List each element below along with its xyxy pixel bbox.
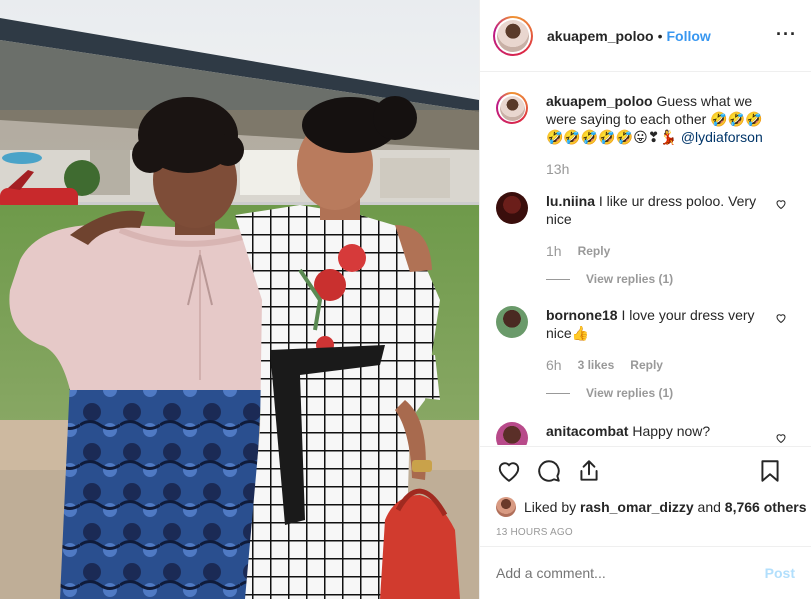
caption-time[interactable]: 13h xyxy=(546,160,569,178)
view-replies-line xyxy=(546,278,570,280)
comment-time[interactable]: 1h xyxy=(546,242,562,260)
caption-body: akuapem_poloo Guess what we were saying … xyxy=(546,92,771,178)
comment-item: anitacombat Happy now? xyxy=(496,422,795,445)
commenter-username[interactable]: bornone18 xyxy=(546,307,618,323)
add-comment-input[interactable] xyxy=(496,565,765,581)
comment-like-heart-icon[interactable] xyxy=(775,432,787,444)
post-photo[interactable] xyxy=(0,0,479,599)
instagram-post-modal: akuapem_poloo • Follow ··· akuapem_poloo… xyxy=(0,0,811,599)
view-replies-line xyxy=(546,392,570,394)
heart-icon[interactable] xyxy=(496,458,522,484)
comment-icon[interactable] xyxy=(536,458,562,484)
likes-prefix: Liked by xyxy=(524,499,577,515)
action-icons-row xyxy=(480,447,811,495)
caption-mention[interactable]: @lydiaforson xyxy=(681,129,763,145)
post-actions: Liked by rash_omar_dizzy and 8,766 other… xyxy=(480,446,811,599)
author-username[interactable]: akuapem_poloo xyxy=(547,28,654,44)
add-comment-bar: Post xyxy=(480,546,811,599)
comment-time[interactable]: 6h xyxy=(546,356,562,374)
reply-button[interactable]: Reply xyxy=(630,356,663,374)
view-replies-button[interactable]: View replies (1) xyxy=(546,272,795,286)
caption-username[interactable]: akuapem_poloo xyxy=(546,93,653,109)
view-replies-label: View replies (1) xyxy=(586,272,674,286)
view-replies-label: View replies (1) xyxy=(586,386,674,400)
comment-item: lu.niina I like ur dress poloo. Very nic… xyxy=(496,192,795,260)
commenter-avatar[interactable] xyxy=(496,422,528,445)
more-options-icon[interactable]: ··· xyxy=(776,24,797,45)
comment-like-heart-icon[interactable] xyxy=(775,198,787,210)
post-header: akuapem_poloo • Follow ··· xyxy=(480,0,811,72)
post-sidebar: akuapem_poloo • Follow ··· akuapem_poloo… xyxy=(479,0,811,599)
comment-text: Happy now? xyxy=(632,423,711,439)
caption-comment: akuapem_poloo Guess what we were saying … xyxy=(496,92,795,178)
author-avatar[interactable] xyxy=(493,15,533,56)
caption-meta: 13h xyxy=(546,160,771,178)
likes-count[interactable]: 8,766 others xyxy=(725,499,807,515)
comment-meta: 6h 3 likes Reply xyxy=(546,356,771,374)
liker-username[interactable]: rash_omar_dizzy xyxy=(580,499,694,515)
view-replies-button[interactable]: View replies (1) xyxy=(546,386,795,400)
follow-button[interactable]: Follow xyxy=(667,28,711,44)
comment-body: anitacombat Happy now? xyxy=(546,422,771,445)
likes-middle: and xyxy=(693,499,725,515)
commenter-username[interactable]: lu.niina xyxy=(546,193,595,209)
bookmark-icon[interactable] xyxy=(757,458,783,484)
separator-dot: • xyxy=(657,27,663,44)
commenter-avatar[interactable] xyxy=(496,192,528,224)
comment-body: bornone18 I love your dress very nice👍 6… xyxy=(546,306,771,374)
likes-summary: Liked by rash_omar_dizzy and 8,766 other… xyxy=(480,495,811,519)
liker-avatar[interactable] xyxy=(496,497,516,517)
comment-likes-count[interactable]: 3 likes xyxy=(578,356,615,374)
commenter-avatar[interactable] xyxy=(496,306,528,338)
commenter-username[interactable]: anitacombat xyxy=(546,423,628,439)
comment-like-heart-icon[interactable] xyxy=(775,312,787,324)
posted-time[interactable]: 13 HOURS AGO xyxy=(480,527,811,538)
post-comment-button[interactable]: Post xyxy=(765,565,795,581)
caption-avatar[interactable] xyxy=(496,92,528,124)
comments-list[interactable]: akuapem_poloo Guess what we were saying … xyxy=(480,73,811,445)
share-icon[interactable] xyxy=(576,458,602,484)
comment-item: bornone18 I love your dress very nice👍 6… xyxy=(496,306,795,374)
comment-body: lu.niina I like ur dress poloo. Very nic… xyxy=(546,192,771,260)
photo-two-women xyxy=(0,0,479,599)
comment-meta: 1h Reply xyxy=(546,242,771,260)
reply-button[interactable]: Reply xyxy=(578,242,611,260)
